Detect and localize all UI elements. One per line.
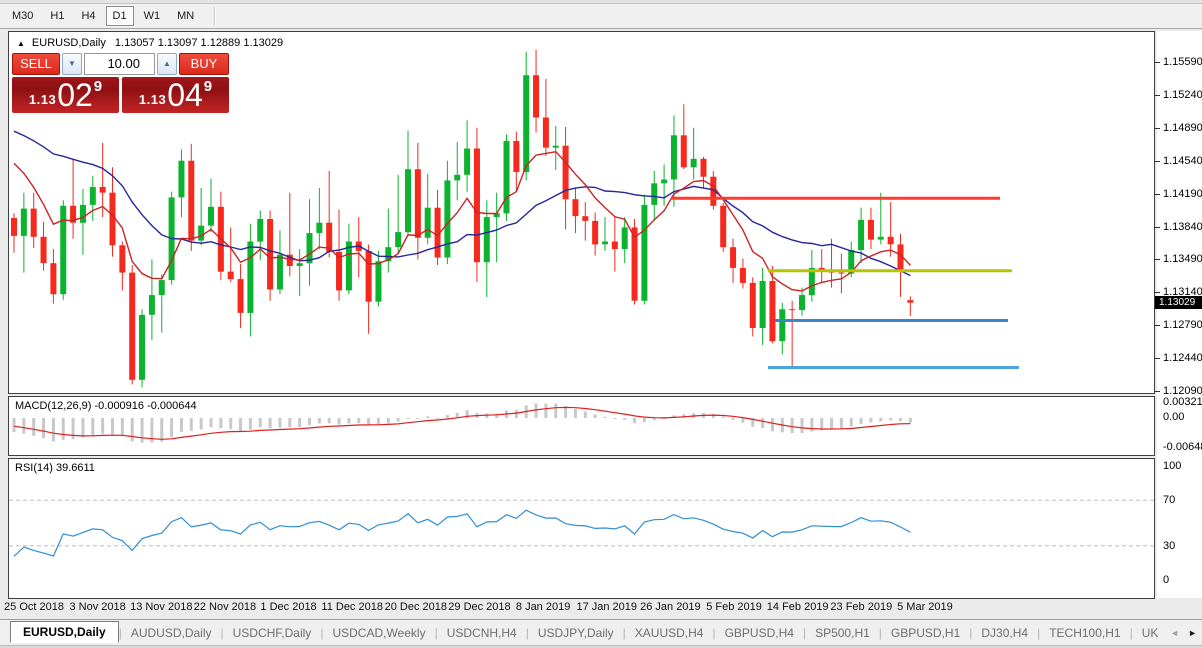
buy-price-big: 04 <box>167 77 203 113</box>
sell-price-prefix: 1.13 <box>28 92 57 107</box>
price-axis-label: 1.14540 <box>1163 154 1202 167</box>
tab-usdjpy-daily[interactable]: USDJPY,Daily <box>529 623 623 643</box>
buy-price-pip: 9 <box>203 78 213 95</box>
macd-axis-label: 0.00 <box>1163 411 1185 423</box>
price-axis-label: 1.14190 <box>1163 187 1202 200</box>
tab-eurusd-daily[interactable]: EURUSD,Daily <box>10 620 119 643</box>
time-scale[interactable]: 25 Oct 2018 3 Nov 2018 13 Nov 2018 22 Nov 2… <box>0 601 1155 616</box>
buy-price-prefix: 1.13 <box>138 92 167 107</box>
time-axis-label: 17 Jan 2019 <box>576 601 638 613</box>
sell-price-pip: 9 <box>93 78 103 95</box>
tab-usdcnh-h4[interactable]: USDCNH,H4 <box>438 623 526 643</box>
macd-indicator-panel[interactable]: MACD(12,26,9) -0.000916 -0.000644 <box>8 396 1155 456</box>
price-tick <box>1155 94 1160 96</box>
buy-button[interactable]: BUY <box>179 53 229 75</box>
volume-decrease-icon[interactable]: ▼ <box>62 53 82 75</box>
time-axis-label: 29 Dec 2018 <box>448 601 511 613</box>
rsi-plot <box>9 499 1154 557</box>
price-tick <box>1155 226 1160 228</box>
terminal-window: M30 H1 H4 D1 W1 MN ▲ EURUSD,Daily 1.13057 1.1… <box>0 0 1202 648</box>
price-axis-label: 1.15240 <box>1163 88 1202 101</box>
macd-axis-label: -0.006485 <box>1163 441 1202 453</box>
rsi-axis-label: 0 <box>1163 574 1170 586</box>
tab-usdchf-daily[interactable]: USDCHF,Daily <box>224 623 321 643</box>
tab-ukc[interactable]: UKC <box>1133 623 1158 643</box>
tab-audusd-daily[interactable]: AUDUSD,Daily <box>122 623 221 643</box>
rsi-label: RSI(14) 39.6611 <box>15 462 95 474</box>
chart-ohlc-values: 1.13057 1.13097 1.12889 1.13029 <box>114 37 284 49</box>
rsi-axis-label: 30 <box>1163 540 1176 552</box>
ma-slow-blue-line <box>13 130 911 277</box>
buy-price-panel[interactable]: 1.13 04 9 <box>122 77 229 113</box>
chart-tabs: EURUSD,Daily | AUDUSD,Daily | USDCHF,Daily | U… <box>0 620 1158 645</box>
price-tick <box>1155 62 1160 63</box>
collapse-chart-icon[interactable]: ▲ <box>17 39 25 48</box>
tab-usdcad-weekly[interactable]: USDCAD,Weekly <box>323 623 434 643</box>
time-axis-label: 25 Oct 2018 <box>4 601 64 613</box>
timeframe-w1[interactable]: W1 <box>137 6 168 26</box>
timeframe-m30[interactable]: M30 <box>5 6 40 26</box>
volume-input[interactable]: 10.00 <box>84 53 155 75</box>
sell-button[interactable]: SELL <box>12 53 60 75</box>
price-tick <box>1155 160 1160 162</box>
time-axis-label: 23 Feb 2019 <box>830 601 893 613</box>
volume-increase-icon[interactable]: ▲ <box>157 53 177 75</box>
time-axis-label: 5 Mar 2019 <box>897 601 953 613</box>
price-axis-label: 1.15590 <box>1163 56 1202 68</box>
macd-signal-line <box>13 406 911 440</box>
tab-dj30-h4[interactable]: DJ30,H4 <box>972 623 1037 643</box>
toolbar-separator <box>214 7 217 25</box>
time-axis-label: 11 Dec 2018 <box>321 601 383 613</box>
price-axis-label: 1.12440 <box>1163 352 1202 365</box>
rsi-axis-label: 70 <box>1163 494 1176 506</box>
price-axis-label: 1.13840 <box>1163 220 1202 233</box>
tab-tech100-h1[interactable]: TECH100,H1 <box>1040 623 1129 643</box>
price-scale[interactable]: 1.15590 1.15240 1.14890 1.14540 1.14190 1.138… <box>1155 31 1202 598</box>
chart-title: ▲ EURUSD,Daily 1.13057 1.13097 1.12889 1… <box>17 37 283 49</box>
tab-scroll-left-icon[interactable]: ◄ <box>1170 628 1179 638</box>
time-axis-label: 26 Jan 2019 <box>640 601 701 613</box>
price-tick <box>1155 292 1160 294</box>
time-axis-label: 14 Feb 2019 <box>766 601 829 613</box>
current-price-tag: 1.13029 <box>1155 295 1202 309</box>
tab-scroll-right-icon[interactable]: ► <box>1188 628 1197 638</box>
timeframe-toolbar: M30 H1 H4 D1 W1 MN <box>0 4 1202 29</box>
price-tick <box>1155 259 1160 261</box>
time-axis-label: 20 Dec 2018 <box>384 601 448 613</box>
timeframe-h4[interactable]: H4 <box>74 6 102 26</box>
sell-price-big: 02 <box>57 77 93 113</box>
time-axis-label: 5 Feb 2019 <box>706 601 762 613</box>
timeframe-d1[interactable]: D1 <box>105 6 134 26</box>
rsi-indicator-panel[interactable]: RSI(14) 39.6611 <box>8 458 1155 599</box>
chart-tab-bar: EURUSD,Daily | AUDUSD,Daily | USDCHF,Daily | U… <box>0 619 1202 645</box>
price-tick <box>1155 325 1160 327</box>
price-axis-label: 1.12790 <box>1163 319 1202 332</box>
tab-xauusd-h4[interactable]: XAUUSD,H4 <box>626 623 713 643</box>
time-axis-label: 1 Dec 2018 <box>260 601 317 613</box>
time-axis-label: 8 Jan 2019 <box>515 601 571 613</box>
chart-symbol-label: EURUSD,Daily <box>31 37 106 49</box>
price-axis-label: 1.13490 <box>1163 253 1202 266</box>
price-tick <box>1155 358 1160 360</box>
timeframe-mn[interactable]: MN <box>170 6 201 26</box>
timeframe-buttons: M30 H1 H4 D1 W1 MN <box>5 6 204 26</box>
time-axis-label: 22 Nov 2018 <box>193 601 257 613</box>
price-tick <box>1155 127 1160 129</box>
tab-gbpusd-h4[interactable]: GBPUSD,H4 <box>716 623 803 643</box>
timeframe-h1[interactable]: H1 <box>43 6 71 26</box>
one-click-trade-widget: SELL ▼ 10.00 ▲ BUY 1.13 02 9 1.13 04 9 <box>12 53 229 113</box>
macd-label: MACD(12,26,9) -0.000916 -0.000644 <box>15 400 197 412</box>
time-axis-label: 3 Nov 2018 <box>69 601 126 613</box>
price-tick <box>1155 193 1160 195</box>
rsi-axis-label: 100 <box>1163 460 1182 472</box>
price-tick <box>1155 391 1160 392</box>
tab-gbpusd-h1[interactable]: GBPUSD,H1 <box>882 623 969 643</box>
macd-axis-label: 0.003216 <box>1163 396 1202 408</box>
price-axis-label: 1.14890 <box>1163 121 1202 134</box>
tab-sp500-h1[interactable]: SP500,H1 <box>806 623 879 643</box>
rsi-line <box>13 509 911 557</box>
time-axis-label: 13 Nov 2018 <box>130 601 193 613</box>
sell-price-panel[interactable]: 1.13 02 9 <box>12 77 119 113</box>
